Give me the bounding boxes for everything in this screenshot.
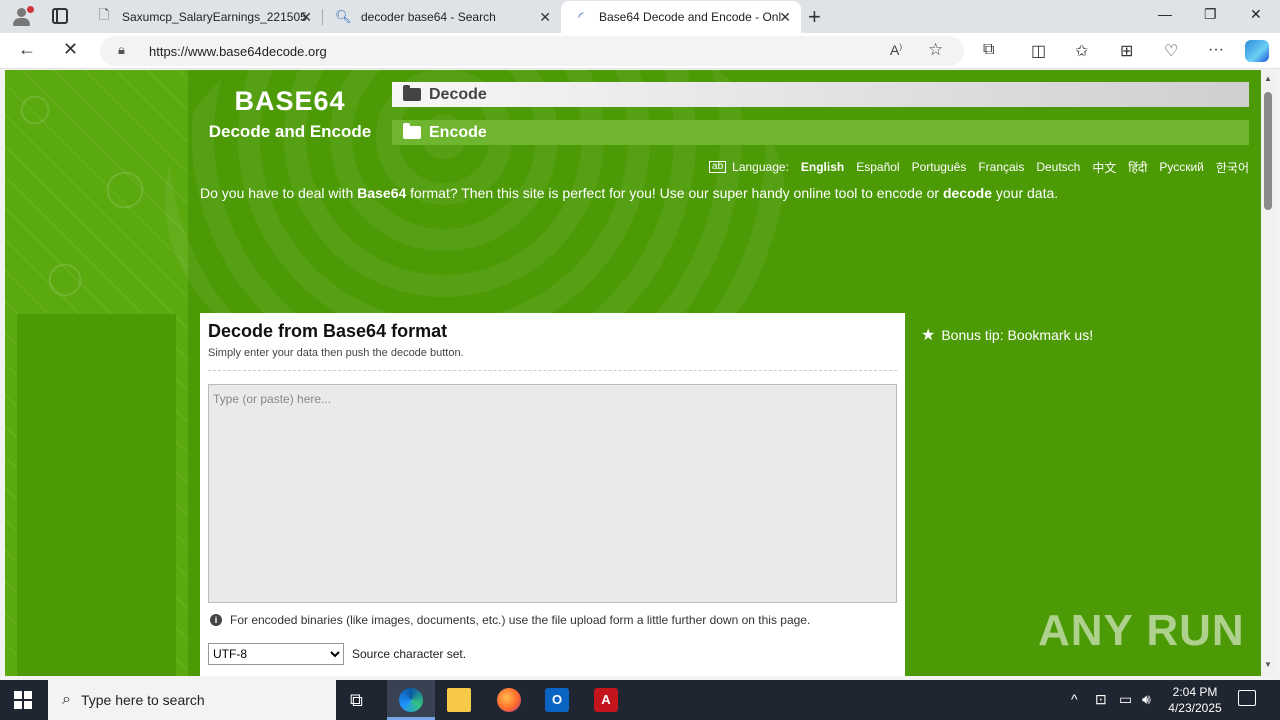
panel-subtitle: Simply enter your data then push the dec…: [208, 347, 464, 359]
folder-icon: [403, 123, 421, 139]
tab-close-icon[interactable]: ✕: [539, 9, 551, 26]
intro-part: format? Then this site is perfect for yo…: [406, 185, 943, 201]
folder-open-icon: [403, 85, 421, 101]
anyrun-watermark: ANY RUN: [1038, 606, 1245, 655]
show-hidden-icons-icon[interactable]: ^: [1071, 691, 1078, 707]
page-content: BASE64 Decode and Encode Decode Encode a…: [5, 70, 1261, 676]
edge-icon[interactable]: [399, 688, 423, 712]
minimize-icon[interactable]: —: [1158, 6, 1172, 22]
document-icon: 🗋: [98, 7, 110, 22]
panel-title: Decode from Base64 format: [208, 321, 448, 341]
language-english[interactable]: English: [801, 160, 844, 174]
acrobat-icon[interactable]: A: [594, 688, 618, 712]
meet-now-icon[interactable]: ⊡: [1095, 691, 1107, 708]
tab-close-icon[interactable]: ✕: [300, 9, 312, 26]
tab-title: decoder base64 - Search: [361, 10, 496, 24]
tab-actions-icon[interactable]: [52, 8, 68, 24]
divider: [208, 370, 897, 371]
menu-decode-label: Decode: [429, 85, 487, 103]
restore-icon[interactable]: ❐: [1204, 6, 1217, 23]
intro-part: Do you have to deal with: [200, 185, 358, 201]
language-korean[interactable]: 한국어: [1216, 159, 1249, 176]
read-aloud-icon[interactable]: A): [890, 42, 902, 58]
decode-panel: Decode from Base64 format Simply enter y…: [200, 313, 905, 676]
back-icon[interactable]: ←: [18, 39, 36, 60]
close-window-icon[interactable]: ✕: [1250, 6, 1262, 23]
search-icon: ⌕: [62, 691, 71, 708]
file-explorer-icon[interactable]: [447, 688, 471, 712]
clock-time: 2:04 PM: [1172, 685, 1218, 699]
notifications-icon[interactable]: [1238, 690, 1256, 706]
settings-more-icon[interactable]: ···: [1208, 41, 1224, 59]
collections-icon[interactable]: ⊞: [1120, 41, 1133, 61]
language-german[interactable]: Deutsch: [1036, 160, 1080, 174]
bonus-tip-text: Bonus tip: Bookmark us!: [941, 327, 1094, 343]
stop-loading-icon[interactable]: ✕: [63, 39, 78, 60]
language-portuguese[interactable]: Português: [912, 160, 967, 174]
tab-search[interactable]: 🔍︎ decoder base64 - Search ✕: [323, 1, 561, 33]
lock-icon[interactable]: 🔒︎: [118, 42, 125, 58]
menu-encode-label: Encode: [429, 123, 487, 141]
scroll-down-icon[interactable]: ▼: [1264, 660, 1272, 669]
menu-encode[interactable]: Encode: [392, 120, 1249, 145]
search-icon: 🔍︎: [335, 9, 352, 24]
info-icon: i: [210, 614, 222, 626]
copilot-icon[interactable]: [1245, 40, 1269, 62]
clock-date: 4/23/2025: [1168, 701, 1222, 715]
url-text[interactable]: https://www.base64decode.org: [149, 44, 327, 59]
bonus-tip[interactable]: ★ Bonus tip: Bookmark us!: [921, 325, 1093, 345]
intro-bold: Base64: [357, 185, 407, 201]
task-view-icon[interactable]: ⧉: [350, 690, 363, 711]
volume-icon[interactable]: 🔊︎: [1142, 691, 1151, 708]
language-chinese[interactable]: 中文: [1092, 159, 1116, 176]
loading-icon: ◜: [578, 9, 584, 24]
taskbar-search-placeholder: Type here to search: [80, 692, 205, 708]
page-scrollbar[interactable]: ▲ ▼: [1261, 70, 1275, 676]
outlook-icon[interactable]: O: [545, 688, 569, 712]
address-bar[interactable]: 🔒︎ https://www.base64decode.org A) ☆: [100, 36, 964, 66]
language-label: Language:: [732, 160, 789, 174]
logo-subtitle[interactable]: Decode and Encode: [188, 122, 392, 142]
language-hindi[interactable]: हिंदी: [1128, 159, 1147, 176]
language-spanish[interactable]: Español: [856, 160, 899, 174]
language-icon: ab: [709, 161, 727, 173]
extensions-icon[interactable]: ⧉: [983, 41, 994, 59]
decode-input[interactable]: [208, 384, 897, 603]
taskbar-search[interactable]: ⌕ Type here to search: [48, 680, 336, 720]
intro-bold: decode: [942, 185, 992, 201]
binary-note-text: For encoded binaries (like images, docum…: [230, 613, 811, 627]
language-bar: ab Language: English Español Português F…: [691, 159, 1249, 175]
tab-title: Saxumcp_SalaryEarnings_221505: [122, 10, 307, 24]
star-icon: ★: [921, 327, 936, 344]
scrollbar-thumb[interactable]: [1264, 92, 1272, 210]
tab-close-icon[interactable]: ✕: [779, 9, 791, 26]
firefox-icon[interactable]: [497, 688, 521, 712]
intro-text: Do you have to deal with Base64 format? …: [200, 185, 1250, 201]
charset-select[interactable]: UTF-8: [208, 643, 344, 665]
scroll-up-icon[interactable]: ▲: [1264, 74, 1272, 83]
sidebar-background: [17, 314, 176, 676]
logo-title[interactable]: BASE64: [188, 86, 392, 117]
tab-title: Base64 Decode and Encode - Onl: [599, 10, 782, 24]
menu-decode[interactable]: Decode: [392, 82, 1249, 107]
tab-base64-decode[interactable]: ◜ Base64 Decode and Encode - Onl ✕: [561, 1, 801, 33]
browser-tab-bar: 🗋 Saxumcp_SalaryEarnings_221505 ✕ 🔍︎ dec…: [0, 0, 1280, 33]
language-russian[interactable]: Русский: [1159, 160, 1204, 174]
network-icon[interactable]: ▭: [1119, 691, 1132, 708]
charset-label: Source character set.: [352, 647, 467, 661]
browser-essentials-icon[interactable]: ♡: [1164, 41, 1178, 61]
binary-note: i For encoded binaries (like images, doc…: [210, 613, 810, 627]
windows-start-icon[interactable]: [14, 691, 32, 709]
profile-avatar-icon[interactable]: [11, 6, 34, 28]
favorites-icon[interactable]: ✩: [1075, 41, 1088, 61]
tab-salary-earnings[interactable]: 🗋 Saxumcp_SalaryEarnings_221505 ✕: [84, 1, 323, 33]
browser-toolbar: ← ✕ 🔒︎ https://www.base64decode.org A) ☆…: [0, 33, 1280, 69]
favorite-star-icon[interactable]: ☆: [928, 40, 943, 60]
split-screen-icon[interactable]: ◫: [1031, 41, 1046, 61]
language-french[interactable]: Français: [978, 160, 1024, 174]
windows-taskbar: ⌕ Type here to search ⧉ O A ^ ⊡ ▭ 🔊︎ 2:0…: [0, 680, 1280, 720]
clock[interactable]: 2:04 PM 4/23/2025: [1163, 684, 1227, 716]
intro-part: your data.: [991, 185, 1059, 201]
new-tab-icon[interactable]: +: [808, 4, 821, 30]
